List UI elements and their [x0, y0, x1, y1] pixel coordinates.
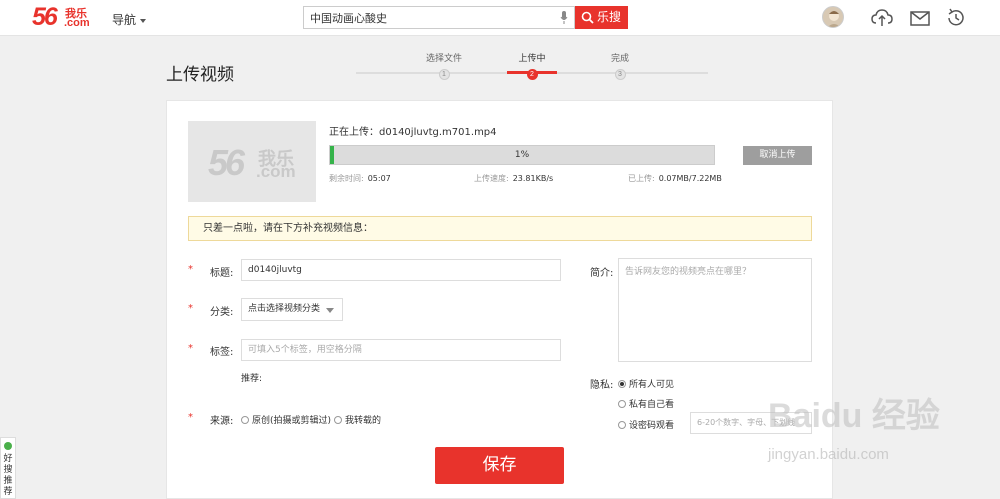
upload-steps: 选择文件 1 上传中 2 完成 3: [356, 53, 708, 83]
upload-speed-value: 23.81KB/s: [512, 174, 554, 183]
search-button[interactable]: 乐搜: [575, 6, 628, 29]
search-box: [303, 6, 575, 29]
category-label: 分类:: [210, 307, 234, 318]
thumbnail-logo-number: 56: [208, 142, 245, 183]
source-original-label: 原创(拍摄或剪辑过): [252, 416, 332, 426]
info-notice: 只差一点啦，请在下方补充视频信息：: [188, 216, 812, 241]
required-mark: *: [188, 303, 193, 314]
avatar[interactable]: [822, 6, 844, 28]
recommend-label: 推荐:: [241, 374, 263, 384]
uploading-filename: 正在上传：d0140jluvtg.m701.mp4: [329, 127, 497, 138]
search-button-label: 乐搜: [597, 10, 622, 24]
upload-speed: 上传速度: 23.81KB/s: [474, 173, 553, 184]
step-number: 2: [526, 69, 538, 80]
required-mark: *: [188, 343, 193, 354]
search-icon: [581, 11, 594, 24]
step-number: 3: [614, 69, 626, 80]
save-button[interactable]: 保存: [435, 447, 564, 484]
search-input[interactable]: [304, 7, 544, 28]
title-input[interactable]: d0140jluvtg: [241, 259, 561, 281]
uploaded-size-label: 已上传:: [628, 174, 655, 183]
nav-label: 导航: [112, 13, 137, 27]
category-select-value: 点击选择视频分类: [248, 304, 321, 314]
required-mark: *: [188, 264, 193, 275]
source-repost-label: 我转载的: [345, 416, 382, 426]
uploaded-size: 已上传: 0.07MB/7.22MB: [628, 173, 722, 184]
side-recommend-tab[interactable]: 好搜推荐: [0, 437, 16, 499]
category-select[interactable]: 点击选择视频分类: [241, 298, 343, 321]
tags-input[interactable]: 可填入5个标签，用空格分隔: [241, 339, 561, 361]
history-icon[interactable]: [945, 8, 967, 28]
intro-textarea[interactable]: 告诉网友您的视频亮点在哪里？: [618, 258, 812, 362]
top-header: 56 我乐 .com 导航 乐搜: [0, 0, 1000, 36]
microphone-icon[interactable]: [560, 11, 568, 24]
upload-cloud-icon[interactable]: [871, 8, 893, 28]
step-label: 上传中: [518, 54, 546, 64]
radio-circle: [618, 420, 626, 429]
step-number: 1: [438, 69, 450, 80]
tags-label: 标签:: [210, 347, 234, 358]
privacy-password-label: 设密码观看: [629, 421, 675, 431]
mail-icon[interactable]: [909, 8, 931, 28]
logo-number: 56: [32, 3, 58, 31]
watermark-logo: Baidu 经验: [768, 397, 940, 435]
watermark-url: jingyan.baidu.com: [768, 446, 889, 463]
video-thumbnail: 56 我乐 .com: [188, 121, 316, 202]
step-label: 完成: [610, 54, 629, 64]
privacy-public-label: 所有人可见: [629, 380, 675, 390]
privacy-password-radio[interactable]: 设密码观看: [618, 418, 674, 431]
remaining-time: 剩余时间: 05:07: [329, 173, 391, 184]
title-label: 标题:: [210, 268, 234, 279]
privacy-private-radio[interactable]: 私有自己看: [618, 397, 674, 410]
radio-circle-selected: [618, 379, 626, 388]
intro-label: 简介:: [590, 268, 614, 279]
source-repost-radio[interactable]: 我转载的: [334, 413, 381, 426]
uploaded-size-value: 0.07MB/7.22MB: [658, 174, 722, 183]
remaining-time-label: 剩余时间:: [329, 174, 364, 183]
progress-percent: 1%: [514, 150, 530, 160]
radio-circle: [618, 399, 626, 408]
nav-menu[interactable]: 导航: [112, 11, 147, 28]
page-title: 上传视频: [166, 65, 234, 85]
cancel-upload-button[interactable]: 取消上传: [743, 146, 812, 165]
privacy-public-radio[interactable]: 所有人可见: [618, 377, 674, 390]
privacy-private-label: 私有自己看: [629, 400, 675, 410]
upload-progress-bar: 1%: [329, 145, 715, 165]
radio-circle: [334, 415, 342, 424]
source-label: 来源:: [210, 416, 234, 427]
logo-com: .com: [64, 17, 90, 29]
privacy-label: 隐私:: [590, 380, 614, 391]
source-original-radio[interactable]: 原创(拍摄或剪辑过): [241, 413, 331, 426]
step-select-file: 选择文件 1: [414, 53, 474, 80]
side-tab-label: 好搜推荐: [3, 454, 13, 497]
radio-circle: [241, 415, 249, 424]
chevron-down-icon: [140, 18, 147, 23]
step-label: 选择文件: [425, 54, 462, 64]
watermark: Baidu 经验 jingyan.baidu.com: [768, 388, 958, 478]
upload-speed-label: 上传速度:: [474, 174, 509, 183]
step-complete: 完成 3: [590, 53, 650, 80]
required-mark: *: [188, 412, 193, 423]
remaining-time-value: 05:07: [367, 174, 391, 183]
status-dot-icon: [4, 442, 12, 450]
thumbnail-logo-com: .com: [256, 162, 296, 181]
site-logo[interactable]: 56 我乐 .com: [32, 3, 98, 31]
chevron-down-icon: [326, 308, 334, 313]
step-uploading: 上传中 2: [502, 53, 562, 80]
